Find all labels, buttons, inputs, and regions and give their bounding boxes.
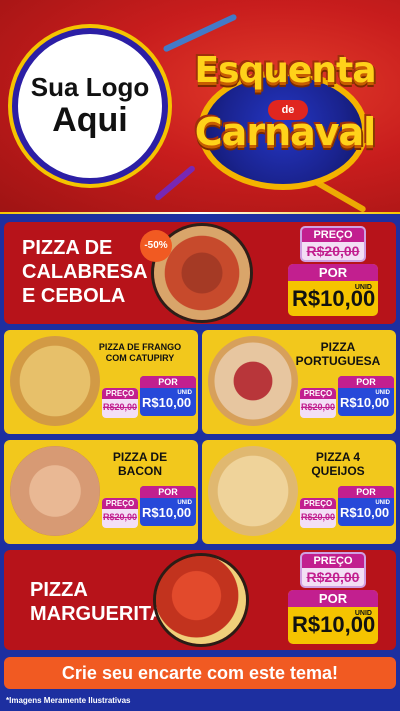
product-name-line1: PIZZA (30, 579, 88, 601)
product-name-line1: PIZZA (320, 340, 356, 354)
featured-card-calabresa: PIZZA DE CALABRESA E CEBOLA -50% PREÇO R… (4, 222, 396, 324)
pizza-image (10, 336, 100, 426)
product-name-line1: PIZZA DE (22, 237, 113, 259)
product-name-line2: QUEIJOS (311, 464, 365, 479)
product-name-line1: PIZZA DE FRANGO (98, 342, 182, 352)
new-price-box: POR UNID R$10,00 (338, 486, 394, 526)
new-price-label: POR (338, 376, 394, 388)
title-line1: Esquenta (194, 50, 377, 91)
old-price-box: PREÇO R$20,00 (300, 498, 336, 528)
new-price-label: POR (140, 376, 196, 388)
product-name-line2: MARGUERITA (30, 603, 165, 625)
pizza-image (208, 336, 298, 426)
product-name-line2: CALABRESA (22, 261, 148, 283)
pizza-image (208, 446, 298, 536)
product-name: PIZZA PORTUGUESA (288, 340, 388, 369)
product-name-line3: E CEBOLA (22, 285, 126, 307)
new-price-label: POR (338, 486, 394, 498)
old-price-label: PREÇO (302, 228, 364, 242)
featured-card-marguerita: PIZZA MARGUERITA PREÇO R$20,00 POR UNID … (4, 550, 396, 650)
product-name: PIZZA MARGUERITA (30, 578, 164, 626)
new-price-box: POR UNID R$10,00 (288, 590, 378, 644)
old-price-box: PREÇO R$20,00 (300, 226, 366, 262)
new-price-label: POR (140, 486, 196, 498)
new-price-value: R$10,00 (340, 395, 390, 410)
new-price-value: R$10,00 (142, 505, 192, 520)
product-name: PIZZA 4 QUEIJOS (288, 450, 388, 479)
product-name-line1: PIZZA 4 (315, 450, 361, 464)
old-price-box: PREÇO R$20,00 (300, 388, 336, 418)
product-card-4-queijos: PIZZA 4 QUEIJOS PREÇO R$20,00 POR UNID R… (202, 440, 396, 544)
new-price-box: POR UNID R$10,00 (288, 264, 378, 316)
product-name-line2: COM CATUPIRY (105, 352, 175, 363)
old-price-label: PREÇO (102, 388, 138, 399)
new-price-value: R$10,00 (142, 395, 192, 410)
logo-text-line1: Sua Logo (30, 72, 150, 102)
old-price-box: PREÇO R$20,00 (300, 552, 366, 588)
new-price-box: POR UNID R$10,00 (140, 486, 196, 526)
logo-text-line2: Aqui (52, 100, 128, 139)
new-price-box: POR UNID R$10,00 (338, 376, 394, 416)
pizza-image (10, 446, 100, 536)
old-price-label: PREÇO (302, 554, 364, 568)
new-price-label: POR (288, 264, 378, 281)
old-price-value: R$20,00 (300, 512, 336, 522)
pizza-image (156, 556, 246, 644)
product-card-bacon: PIZZA DE BACON PREÇO R$20,00 POR UNID R$… (4, 440, 198, 544)
product-name: PIZZA DE CALABRESA E CEBOLA (22, 236, 148, 308)
old-price-label: PREÇO (300, 498, 336, 509)
new-price-value: R$10,00 (292, 612, 376, 637)
old-price-box: PREÇO R$20,00 (102, 388, 138, 418)
product-name-line2: PORTUGUESA (295, 354, 381, 369)
logo-placeholder: Sua Logo Aqui (12, 28, 168, 184)
new-price-box: POR UNID R$10,00 (140, 376, 196, 416)
product-name: PIZZA DE FRANGO COM CATUPIRY (90, 342, 190, 364)
old-price-value: R$20,00 (102, 402, 138, 412)
new-price-label: POR (288, 590, 378, 607)
new-price-value: R$10,00 (340, 505, 390, 520)
old-price-value: R$20,00 (300, 402, 336, 412)
old-price-value: R$20,00 (306, 569, 360, 585)
flyer: Sua Logo Aqui Esquenta de Carnaval PIZZA… (0, 0, 400, 711)
old-price-label: PREÇO (300, 388, 336, 399)
product-name: PIZZA DE BACON (90, 450, 190, 479)
old-price-value: R$20,00 (102, 512, 138, 522)
old-price-label: PREÇO (102, 498, 138, 509)
old-price-value: R$20,00 (306, 243, 360, 259)
discount-badge: -50% (140, 230, 172, 262)
disclaimer-note: *Imagens Meramente Ilustrativas (6, 696, 131, 705)
carnival-title: Esquenta de Carnaval (178, 40, 392, 200)
title-line2: Carnaval (194, 110, 376, 154)
create-flyer-cta-button[interactable]: Crie seu encarte com este tema! (4, 657, 396, 689)
product-card-portuguesa: PIZZA PORTUGUESA PREÇO R$20,00 POR UNID … (202, 330, 396, 434)
product-name-line1: PIZZA DE (112, 450, 168, 464)
product-name-line2: BACON (118, 464, 162, 479)
header-banner: Sua Logo Aqui Esquenta de Carnaval (0, 0, 400, 218)
product-card-frango: PIZZA DE FRANGO COM CATUPIRY PREÇO R$20,… (4, 330, 198, 434)
old-price-box: PREÇO R$20,00 (102, 498, 138, 528)
new-price-value: R$10,00 (292, 286, 376, 311)
